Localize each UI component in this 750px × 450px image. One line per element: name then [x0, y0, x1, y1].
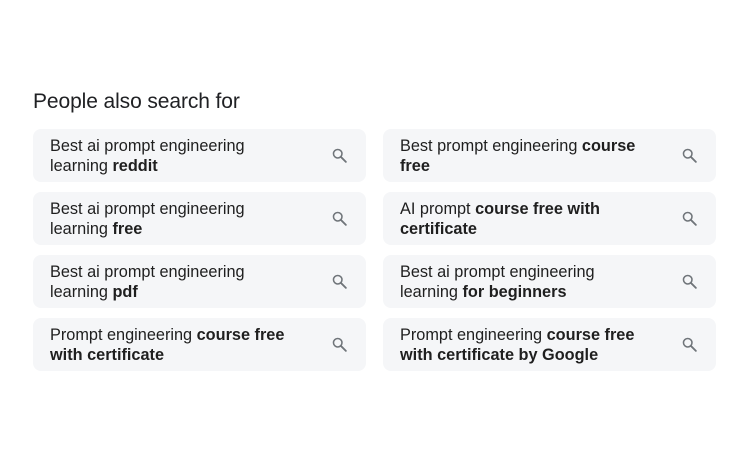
- related-search-chip[interactable]: Best ai prompt engineering learning redd…: [33, 129, 366, 182]
- related-search-label: Best ai prompt engineering learning for …: [400, 262, 656, 302]
- related-search-chip[interactable]: AI prompt course free with certificate: [383, 192, 716, 245]
- query-bold-text: free: [112, 220, 143, 238]
- query-bold-text: for beginners: [462, 283, 567, 301]
- related-search-label: Best prompt engineering course free: [400, 136, 656, 176]
- related-searches-grid: Best ai prompt engineering learning redd…: [33, 129, 716, 371]
- people-also-search-section: People also search for Best ai prompt en…: [33, 88, 716, 371]
- search-icon: [682, 148, 697, 163]
- related-search-label: Prompt engineering course free with cert…: [400, 325, 656, 365]
- query-bold-text: reddit: [112, 157, 158, 175]
- related-search-label: Best ai prompt engineering learning pdf: [50, 262, 306, 302]
- related-search-chip[interactable]: Best ai prompt engineering learning free: [33, 192, 366, 245]
- related-search-chip[interactable]: Prompt engineering course free with cert…: [33, 318, 366, 371]
- section-heading: People also search for: [33, 90, 240, 113]
- search-icon: [332, 337, 347, 352]
- search-icon: [682, 337, 697, 352]
- search-icon: [332, 274, 347, 289]
- search-icon: [682, 274, 697, 289]
- search-icon: [332, 148, 347, 163]
- related-search-label: Best ai prompt engineering learning free: [50, 199, 306, 239]
- related-search-label: AI prompt course free with certificate: [400, 199, 656, 239]
- query-plain-text: Prompt engineering: [400, 326, 547, 344]
- query-plain-text: Best ai prompt engineering learning: [50, 200, 245, 238]
- query-plain-text: AI prompt: [400, 200, 476, 218]
- search-icon: [682, 211, 697, 226]
- related-search-label: Best ai prompt engineering learning redd…: [50, 136, 306, 176]
- query-plain-text: Prompt engineering: [50, 326, 197, 344]
- query-bold-text: pdf: [112, 283, 138, 301]
- query-plain-text: Best prompt engineering: [400, 137, 582, 155]
- related-search-chip[interactable]: Best ai prompt engineering learning pdf: [33, 255, 366, 308]
- query-plain-text: Best ai prompt engineering learning: [50, 263, 245, 301]
- search-icon: [332, 211, 347, 226]
- related-search-chip[interactable]: Best ai prompt engineering learning for …: [383, 255, 716, 308]
- related-search-chip[interactable]: Best prompt engineering course free: [383, 129, 716, 182]
- related-search-label: Prompt engineering course free with cert…: [50, 325, 306, 365]
- related-search-chip[interactable]: Prompt engineering course free with cert…: [383, 318, 716, 371]
